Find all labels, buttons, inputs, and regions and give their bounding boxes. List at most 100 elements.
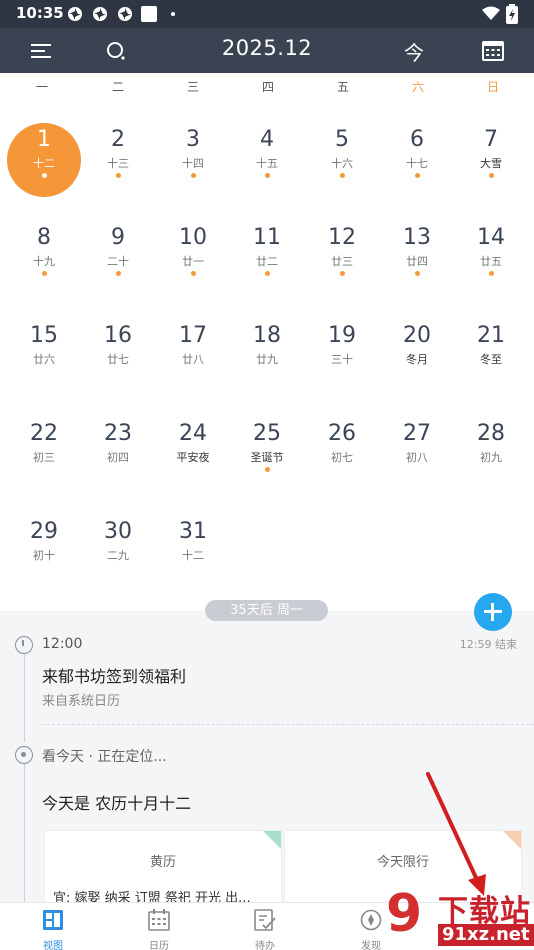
day-number: 25 [253,421,281,446]
nav-label: 视图 [43,941,63,950]
app-bar: 2025.12 今 [0,28,534,73]
day-cell[interactable]: 20 冬月 [380,309,454,407]
watermark-logo: 9 [386,884,423,944]
day-number: 2 [111,127,125,152]
day-number: 18 [253,323,281,348]
day-cell[interactable]: 5 十六 [305,113,379,211]
corner-tag-icon [503,831,521,849]
day-number: 6 [410,127,424,152]
day-cell[interactable]: 16 廿七 [81,309,155,407]
event-dot-icon [116,271,121,276]
day-cell[interactable]: 7 大雪 [454,113,528,211]
day-number: 26 [328,421,356,446]
day-cell[interactable]: 13 廿四 [380,211,454,309]
day-number: 7 [484,127,498,152]
lunar-date: 十六 [331,157,353,170]
nav-calendar[interactable]: 日历 [106,903,212,950]
lunar-date: 冬至 [480,353,502,366]
lunar-date: 三十 [331,353,353,366]
add-event-button[interactable] [474,593,512,631]
day-number: 29 [30,519,58,544]
day-cell[interactable]: 19 三十 [305,309,379,407]
day-cell[interactable]: 23 初四 [81,407,155,505]
event-dot-icon [340,173,345,178]
day-number: 22 [30,421,58,446]
day-cell[interactable]: 3 十四 [156,113,230,211]
day-cell[interactable]: 9 二十 [81,211,155,309]
day-cell[interactable]: 14 廿五 [454,211,528,309]
day-number: 5 [335,127,349,152]
day-cell[interactable]: 12 廿三 [305,211,379,309]
day-number: 21 [477,323,505,348]
day-cell[interactable]: 24 平安夜 [156,407,230,505]
event-time: 12:00 [42,636,83,652]
lunar-date: 廿四 [406,255,428,268]
todo-icon [254,909,276,931]
day-number: 16 [104,323,132,348]
location-icon [15,746,33,764]
day-cell[interactable]: 25 圣诞节 [230,407,304,505]
lunar-date: 冬月 [406,353,428,366]
day-number: 24 [179,421,207,446]
status-bar: 10:35 [0,0,534,28]
day-cell[interactable]: 28 初九 [454,407,528,505]
day-cell[interactable]: 15 廿六 [7,309,81,407]
month-title[interactable]: 2025.12 [0,36,534,60]
day-cell[interactable]: 26 初七 [305,407,379,505]
countdown-pill: 35天后 周一 [205,600,328,621]
day-number: 8 [37,225,51,250]
lunar-date: 十五 [256,157,278,170]
lunar-date: 廿三 [331,255,353,268]
day-cell[interactable]: 6 十七 [380,113,454,211]
lunar-date: 廿一 [182,255,204,268]
today-button[interactable]: 今 [404,37,424,66]
day-cell[interactable]: 17 廿八 [156,309,230,407]
event-dot-icon [415,271,420,276]
day-number: 27 [403,421,431,446]
day-number: 13 [403,225,431,250]
lunar-date: 初八 [406,451,428,464]
day-cell[interactable]: 22 初三 [7,407,81,505]
event-dot-icon [265,173,270,178]
notification-pinwheel-icon [93,7,107,21]
calendar-view-icon[interactable] [481,39,505,63]
nav-view[interactable]: 视图 [0,903,106,950]
event-title[interactable]: 来郁书坊签到领福利 [42,663,186,687]
event-dot-icon [415,173,420,178]
day-cell[interactable]: 4 十五 [230,113,304,211]
notification-pinwheel-icon [68,7,82,21]
lunar-date: 廿七 [107,353,129,366]
day-cell[interactable]: 31 十二 [156,505,230,603]
day-cell[interactable]: 2 十三 [81,113,155,211]
day-cell-today[interactable]: 1 十二 [7,113,81,211]
notification-dot-icon [171,12,175,16]
day-number: 10 [179,225,207,250]
day-cell[interactable]: 11 廿二 [230,211,304,309]
notification-square-icon [141,6,157,22]
location-status: 看今天 · 正在定位... [42,749,167,765]
day-cell[interactable]: 21 冬至 [454,309,528,407]
weekday-label: 五 [336,80,349,94]
calendar-icon [148,909,170,931]
day-number: 30 [104,519,132,544]
almanac-card[interactable]: 黄历 宜: 嫁娶 纳采 订盟 祭祀 开光 出... [44,830,282,910]
nav-todo[interactable]: 待办 [212,903,318,950]
divider [42,724,534,725]
day-cell[interactable]: 27 初八 [380,407,454,505]
day-cell[interactable]: 30 二九 [81,505,155,603]
lunar-date: 二十 [107,255,129,268]
timeline-line [24,652,25,742]
day-cell[interactable]: 8 十九 [7,211,81,309]
status-time: 10:35 [16,4,64,22]
lunar-date: 廿九 [256,353,278,366]
wifi-icon [482,6,500,20]
lunar-date: 初七 [331,451,353,464]
day-cell[interactable]: 10 廿一 [156,211,230,309]
day-cell[interactable]: 29 初十 [7,505,81,603]
lunar-date: 廿六 [33,353,55,366]
day-cell[interactable]: 18 廿九 [230,309,304,407]
lunar-date: 十三 [107,157,129,170]
lunar-date: 廿二 [256,255,278,268]
lunar-date: 十九 [33,255,55,268]
lunar-date: 廿五 [480,255,502,268]
